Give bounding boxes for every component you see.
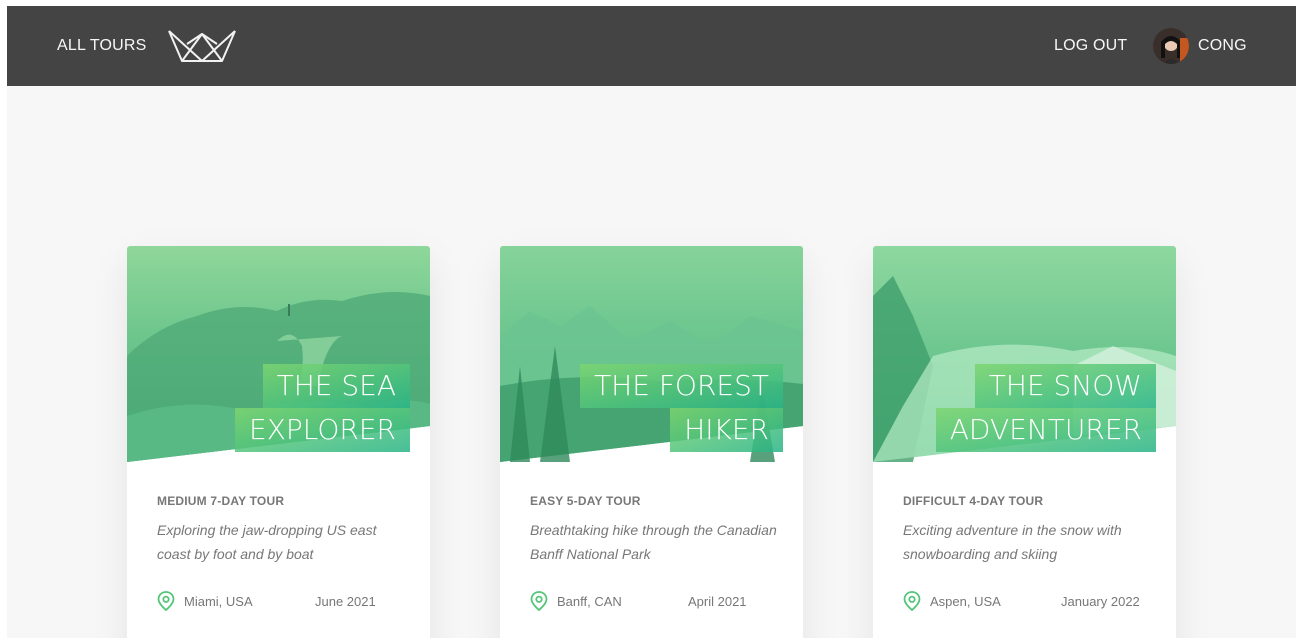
- tour-difficulty: EASY 5-DAY TOUR: [530, 494, 641, 508]
- tour-title: THE FOREST HIKER: [580, 364, 783, 452]
- tour-description: Exploring the jaw-dropping US east coast…: [157, 522, 377, 562]
- tour-title-line2: ADVENTURER: [935, 408, 1156, 452]
- avatar[interactable]: [1153, 28, 1189, 64]
- tour-difficulty: DIFFICULT 4-DAY TOUR: [903, 494, 1044, 508]
- map-pin-icon: [530, 591, 548, 611]
- tour-card[interactable]: THE SEA EXPLORER MEDIUM 7-DAY TOUR Explo…: [127, 246, 430, 638]
- crown-logo-icon[interactable]: [167, 26, 237, 66]
- tour-date: January 2022: [1061, 594, 1140, 609]
- tour-location: Miami, USA: [157, 591, 253, 611]
- logout-link[interactable]: LOG OUT: [1054, 37, 1127, 55]
- tour-title-line1: THE SEA: [262, 364, 410, 408]
- user-photo: [1153, 28, 1189, 64]
- tour-card[interactable]: THE FOREST HIKER EASY 5-DAY TOUR Breatht…: [500, 246, 803, 638]
- tour-title: THE SEA EXPLORER: [235, 364, 410, 452]
- tour-description: Breathtaking hike through the Canadian B…: [530, 522, 777, 562]
- tour-title: THE SNOW ADVENTURER: [935, 364, 1156, 452]
- tour-title-line2: EXPLORER: [235, 408, 410, 452]
- user-name[interactable]: CONG: [1198, 37, 1247, 55]
- tour-location: Banff, CAN: [530, 591, 622, 611]
- tour-location: Aspen, USA: [903, 591, 1001, 611]
- page: ALL TOURS LOG OUT CONG THE SEA EXPLORER …: [7, 6, 1296, 638]
- tour-title-line2: HIKER: [670, 408, 783, 452]
- tour-card[interactable]: THE SNOW ADVENTURER DIFFICULT 4-DAY TOUR…: [873, 246, 1176, 638]
- tour-location-text: Banff, CAN: [557, 593, 622, 609]
- tour-difficulty: MEDIUM 7-DAY TOUR: [157, 494, 285, 508]
- tour-title-line1: THE FOREST: [580, 364, 783, 408]
- tour-date: April 2021: [688, 594, 747, 609]
- tour-title-line1: THE SNOW: [974, 364, 1156, 408]
- tour-location-text: Aspen, USA: [930, 593, 1001, 609]
- site-header: ALL TOURS LOG OUT CONG: [7, 6, 1296, 86]
- map-pin-icon: [157, 591, 175, 611]
- all-tours-link[interactable]: ALL TOURS: [57, 37, 147, 55]
- tour-description: Exciting adventure in the snow with snow…: [903, 522, 1122, 562]
- tour-date: June 2021: [315, 594, 376, 609]
- tour-location-text: Miami, USA: [184, 593, 253, 609]
- map-pin-icon: [903, 591, 921, 611]
